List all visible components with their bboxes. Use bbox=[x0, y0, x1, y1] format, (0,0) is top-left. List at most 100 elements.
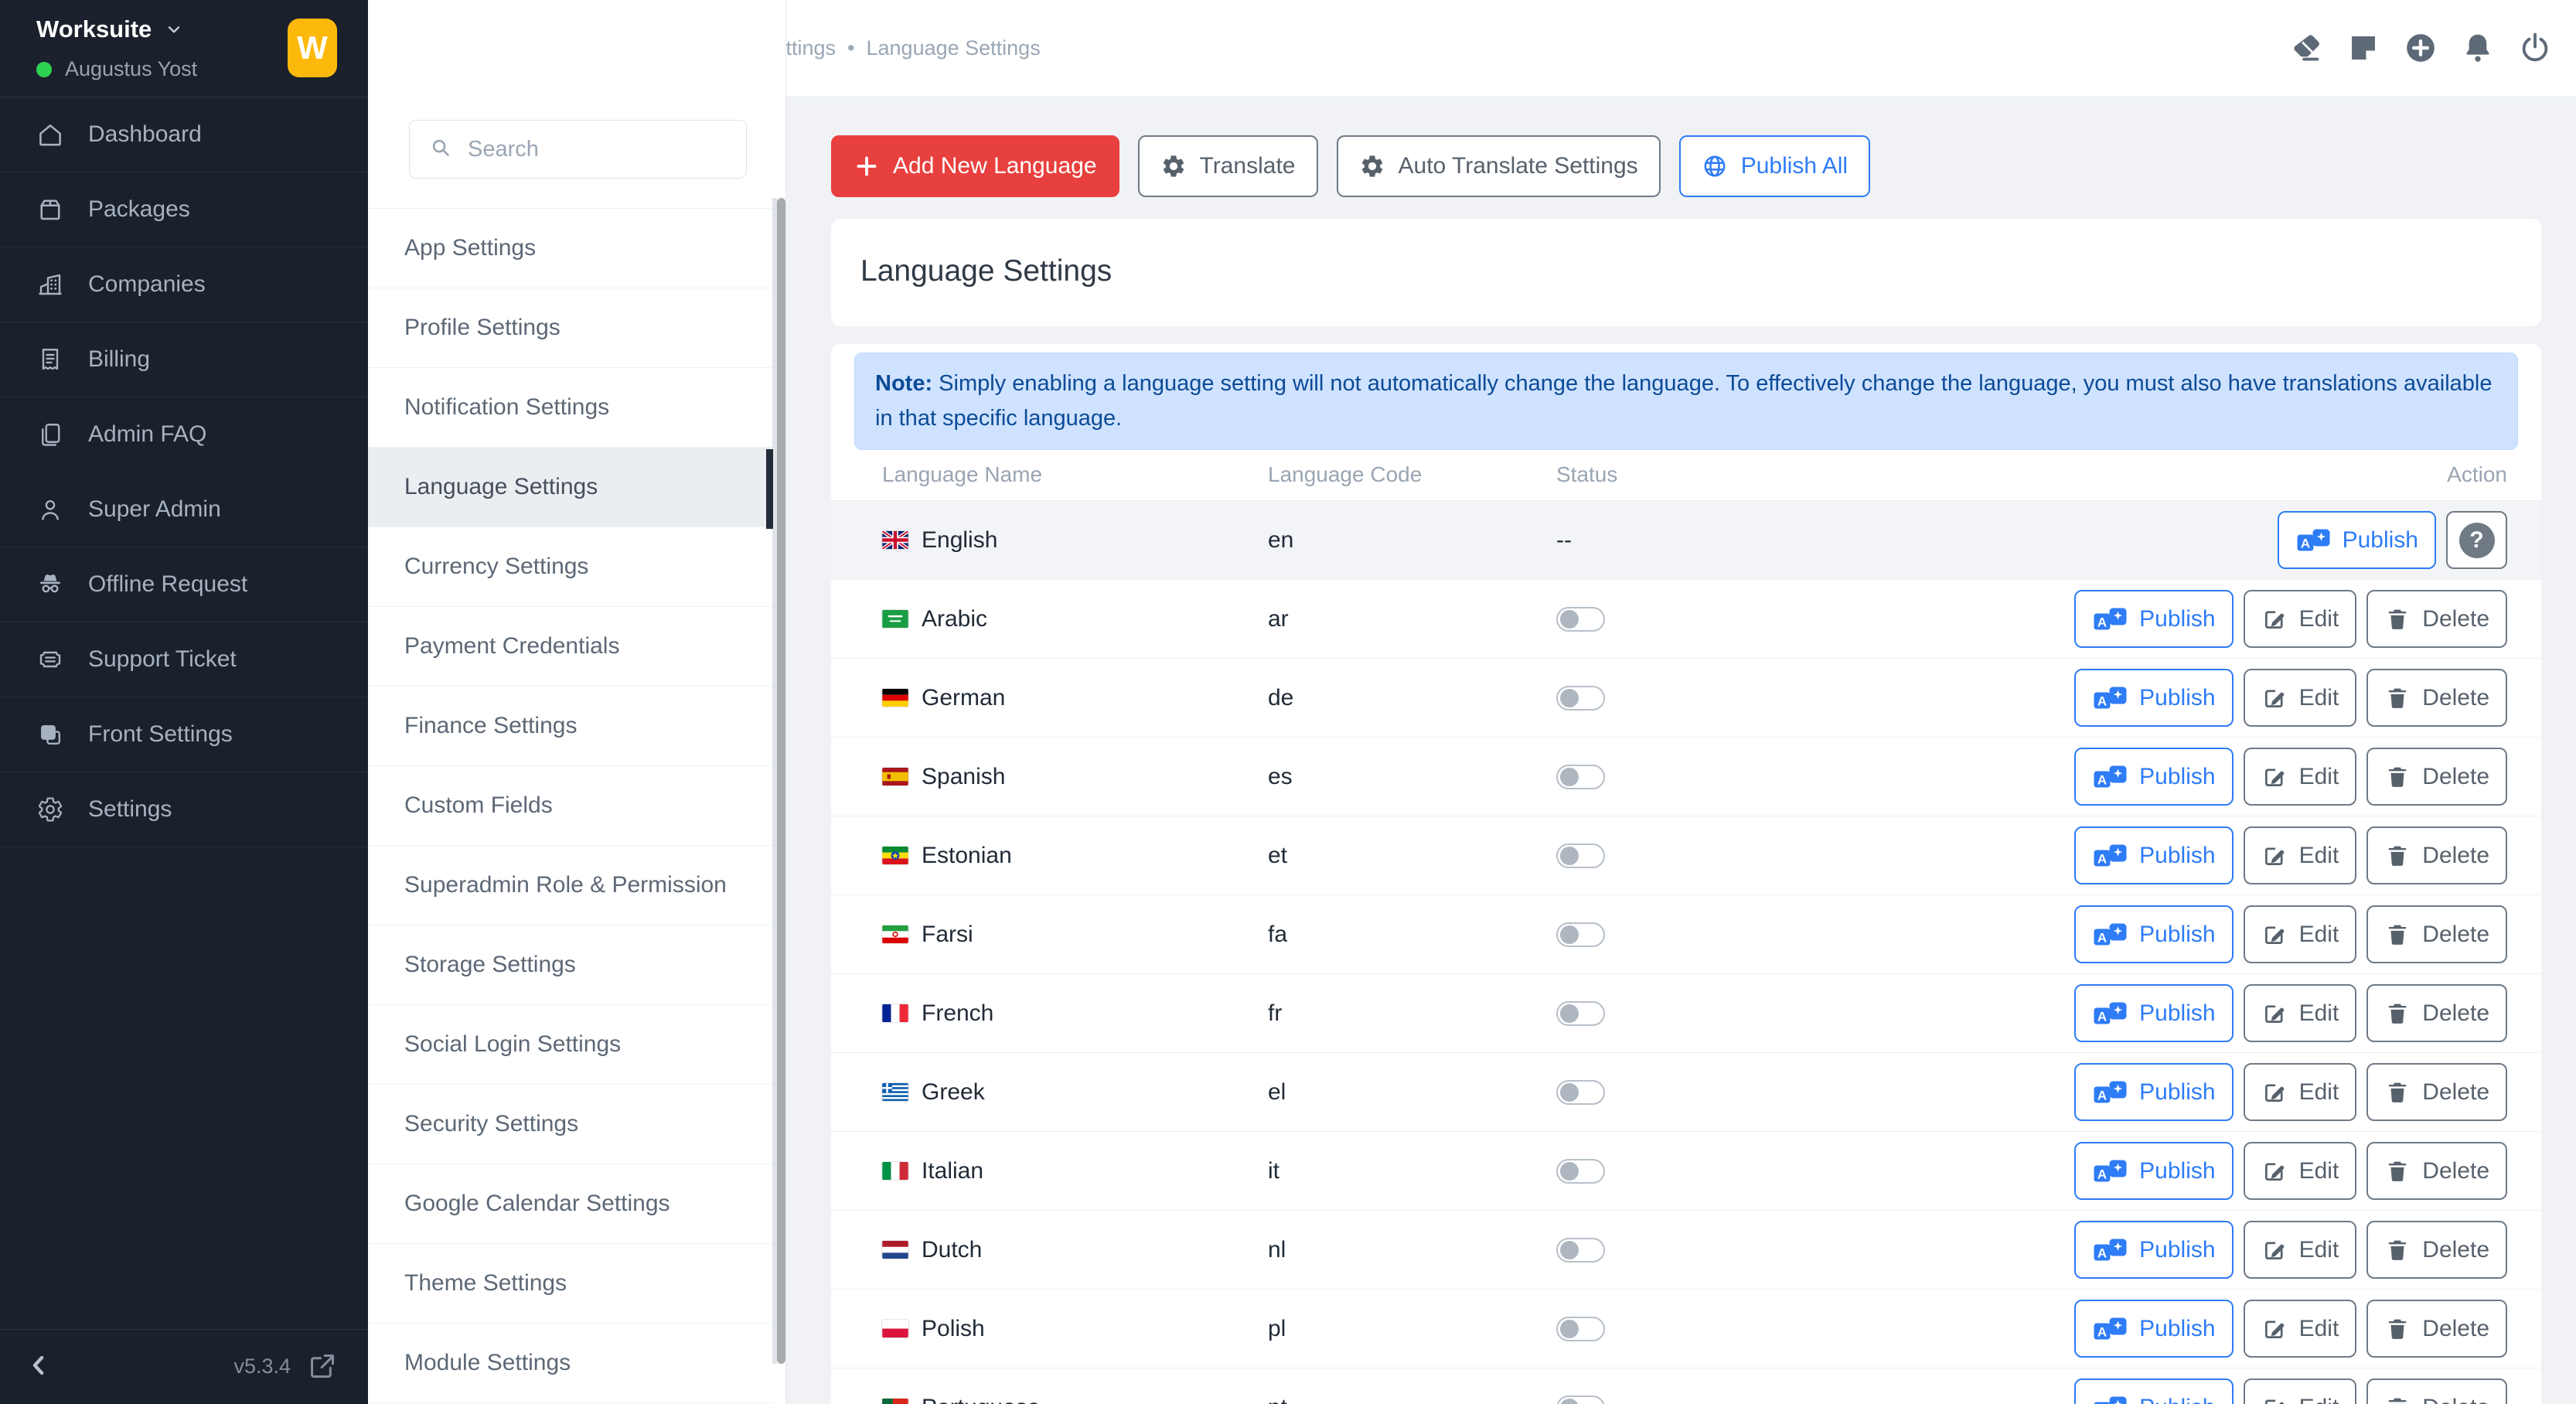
sidebar-item-settings[interactable]: Settings bbox=[0, 772, 368, 847]
status-toggle[interactable] bbox=[1556, 1159, 1605, 1184]
delete-button[interactable]: Delete bbox=[2366, 590, 2507, 648]
power-icon[interactable] bbox=[2517, 30, 2553, 66]
settings-search[interactable] bbox=[409, 120, 747, 179]
delete-button[interactable]: Delete bbox=[2366, 1300, 2507, 1358]
language-row-greek: GreekelAPublishEditDelete bbox=[831, 1053, 2541, 1132]
sidebar-item-support-ticket[interactable]: Support Ticket bbox=[0, 622, 368, 697]
subnav-scrollbar-thumb[interactable] bbox=[777, 198, 785, 1364]
publish-button[interactable]: APublish bbox=[2074, 669, 2233, 727]
publish-button[interactable]: APublish bbox=[2074, 1300, 2233, 1358]
pencil-icon bbox=[2261, 1395, 2288, 1404]
settings-nav-module-settings[interactable]: Module Settings bbox=[368, 1324, 773, 1403]
publish-all-label: Publish All bbox=[1741, 153, 1848, 179]
delete-button[interactable]: Delete bbox=[2366, 1378, 2507, 1404]
sidebar-item-front-settings[interactable]: Front Settings bbox=[0, 697, 368, 772]
edit-button[interactable]: Edit bbox=[2244, 590, 2357, 648]
plus-circle-icon[interactable] bbox=[2403, 30, 2438, 66]
bell-icon[interactable] bbox=[2460, 30, 2496, 66]
publish-all-button[interactable]: Publish All bbox=[1679, 135, 1870, 197]
settings-nav-payment-credentials[interactable]: Payment Credentials bbox=[368, 607, 773, 687]
status-toggle[interactable] bbox=[1556, 765, 1605, 789]
language-name: Dutch bbox=[922, 1237, 982, 1263]
sidebar-item-dashboard[interactable]: Dashboard bbox=[0, 97, 368, 172]
settings-nav-google-calendar-settings[interactable]: Google Calendar Settings bbox=[368, 1164, 773, 1244]
edit-button[interactable]: Edit bbox=[2244, 1300, 2357, 1358]
publish-button[interactable]: APublish bbox=[2074, 1378, 2233, 1404]
delete-button[interactable]: Delete bbox=[2366, 984, 2507, 1042]
sidebar-item-billing[interactable]: Billing bbox=[0, 322, 368, 397]
status-toggle[interactable] bbox=[1556, 1238, 1605, 1263]
sidebar-item-admin-faq[interactable]: Admin FAQ bbox=[0, 397, 368, 472]
delete-button[interactable]: Delete bbox=[2366, 1142, 2507, 1200]
settings-nav-label: Storage Settings bbox=[404, 952, 576, 978]
sidebar-item-super-admin[interactable]: Super Admin bbox=[0, 472, 368, 547]
publish-button[interactable]: A Publish bbox=[2074, 984, 2233, 1042]
delete-button[interactable]: Delete bbox=[2366, 826, 2507, 884]
search-input[interactable] bbox=[468, 137, 727, 162]
status-toggle[interactable] bbox=[1556, 607, 1605, 632]
settings-nav-currency-settings[interactable]: Currency Settings bbox=[368, 527, 773, 607]
status-toggle[interactable] bbox=[1556, 686, 1605, 711]
delete-button[interactable]: Delete bbox=[2366, 669, 2507, 727]
auto-translate-settings-button[interactable]: Auto Translate Settings bbox=[1337, 135, 1661, 197]
eraser-icon[interactable] bbox=[2288, 30, 2324, 66]
help-button[interactable]: ? bbox=[2446, 511, 2507, 569]
settings-nav-label: Notification Settings bbox=[404, 394, 609, 421]
edit-button[interactable]: Edit bbox=[2244, 748, 2357, 806]
external-link-icon[interactable] bbox=[308, 1351, 339, 1382]
publish-label: Publish bbox=[2139, 1000, 2215, 1027]
settings-nav-theme-settings[interactable]: Theme Settings bbox=[368, 1244, 773, 1324]
settings-nav-storage-settings[interactable]: Storage Settings bbox=[368, 925, 773, 1005]
status-toggle[interactable] bbox=[1556, 922, 1605, 947]
workspace-switcher[interactable]: Worksuite bbox=[36, 15, 184, 43]
status-cell bbox=[1556, 816, 1605, 895]
delete-button[interactable]: Delete bbox=[2366, 748, 2507, 806]
settings-nav-security-settings[interactable]: Security Settings bbox=[368, 1085, 773, 1164]
collapse-sidebar-button[interactable] bbox=[23, 1350, 57, 1384]
edit-button[interactable]: Edit bbox=[2244, 669, 2357, 727]
publish-button[interactable]: APublish bbox=[2074, 826, 2233, 884]
delete-button[interactable]: Delete bbox=[2366, 1221, 2507, 1279]
delete-button[interactable]: Delete bbox=[2366, 1063, 2507, 1121]
sidebar-item-companies[interactable]: Companies bbox=[0, 247, 368, 322]
publish-button[interactable]: APublish bbox=[2074, 748, 2233, 806]
edit-button[interactable]: Edit bbox=[2244, 826, 2357, 884]
edit-button[interactable]: Edit bbox=[2244, 984, 2357, 1042]
status-cell bbox=[1556, 1290, 1605, 1368]
status-toggle[interactable] bbox=[1556, 1001, 1605, 1026]
settings-nav-superadmin-role-permission[interactable]: Superadmin Role & Permission bbox=[368, 846, 773, 925]
publish-button[interactable]: APublish bbox=[2074, 905, 2233, 963]
edit-button[interactable]: Edit bbox=[2244, 1142, 2357, 1200]
settings-nav-social-login-settings[interactable]: Social Login Settings bbox=[368, 1005, 773, 1085]
settings-nav-custom-fields[interactable]: Custom Fields bbox=[368, 766, 773, 846]
edit-button[interactable]: Edit bbox=[2244, 1221, 2357, 1279]
publish-button[interactable]: APublish bbox=[2074, 590, 2233, 648]
publish-button[interactable]: APublish bbox=[2074, 1221, 2233, 1279]
sidebar-item-offline-request[interactable]: Offline Request bbox=[0, 547, 368, 622]
publish-button[interactable]: APublish bbox=[2074, 1142, 2233, 1200]
edit-label: Edit bbox=[2299, 1000, 2339, 1027]
settings-nav-app-settings[interactable]: App Settings bbox=[368, 209, 773, 288]
settings-nav-finance-settings[interactable]: Finance Settings bbox=[368, 687, 773, 766]
status-toggle[interactable] bbox=[1556, 1317, 1605, 1341]
note-icon[interactable] bbox=[2346, 30, 2381, 66]
status-toggle[interactable] bbox=[1556, 1080, 1605, 1105]
translate-button[interactable]: Translate bbox=[1138, 135, 1318, 197]
trash-icon bbox=[2384, 843, 2411, 869]
status-toggle[interactable] bbox=[1556, 1395, 1605, 1404]
settings-nav-profile-settings[interactable]: Profile Settings bbox=[368, 288, 773, 368]
front-layers-icon bbox=[36, 720, 65, 749]
settings-nav-language-settings[interactable]: Language Settings bbox=[368, 448, 773, 527]
edit-button[interactable]: Edit bbox=[2244, 905, 2357, 963]
settings-nav-notification-settings[interactable]: Notification Settings bbox=[368, 368, 773, 448]
add-new-language-button[interactable]: Add New Language bbox=[831, 135, 1119, 197]
language-name-cell: Polish bbox=[882, 1290, 985, 1368]
publish-button[interactable]: APublish bbox=[2278, 511, 2436, 569]
svg-text:A: A bbox=[2097, 1009, 2107, 1024]
edit-button[interactable]: Edit bbox=[2244, 1378, 2357, 1404]
status-toggle[interactable] bbox=[1556, 843, 1605, 868]
publish-button[interactable]: APublish bbox=[2074, 1063, 2233, 1121]
sidebar-item-packages[interactable]: Packages bbox=[0, 172, 368, 247]
delete-button[interactable]: Delete bbox=[2366, 905, 2507, 963]
edit-button[interactable]: Edit bbox=[2244, 1063, 2357, 1121]
